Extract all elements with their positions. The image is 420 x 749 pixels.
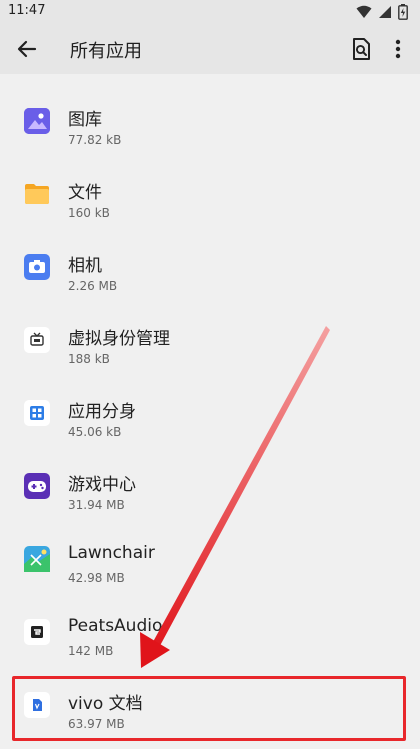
app-name: 文件 (68, 183, 102, 203)
app-name: Lawnchair (68, 543, 155, 563)
app-name: vivo 文档 (68, 694, 143, 714)
battery-icon (398, 4, 408, 20)
gamepad-icon (24, 473, 50, 499)
app-size: 2.26 MB (68, 279, 118, 293)
dual-app-icon (24, 400, 50, 426)
app-size: 77.82 kB (68, 133, 122, 147)
app-row-gallery[interactable]: 图库 77.82 kB (0, 92, 420, 165)
app-size: 42.98 MB (68, 571, 125, 585)
search-icon (353, 38, 370, 60)
wifi-icon (356, 5, 372, 18)
page-title: 所有应用 (70, 41, 142, 62)
app-size: 142 MB (68, 644, 114, 658)
app-row-dual-app[interactable]: 应用分身 45.06 kB (0, 384, 420, 457)
peats-audio-icon (24, 619, 50, 645)
back-button[interactable] (14, 36, 40, 62)
app-name: 应用分身 (68, 402, 136, 422)
app-name: 游戏中心 (68, 475, 136, 495)
app-row-peats-audio[interactable]: PeatsAudio 142 MB (0, 603, 420, 676)
app-row-game-center[interactable]: 游戏中心 31.94 MB (0, 457, 420, 530)
gallery-icon (24, 108, 50, 134)
app-size: 63.97 MB (68, 717, 125, 731)
app-row-vivo-doc[interactable]: vivo 文档 63.97 MB (0, 676, 420, 749)
app-row-lawnchair[interactable]: Lawnchair 42.98 MB (0, 530, 420, 603)
app-bar: 所有应用 (0, 24, 420, 74)
arrow-back-icon (17, 40, 37, 58)
more-vert-icon (395, 39, 401, 59)
app-size: 45.06 kB (68, 425, 122, 439)
signal-icon (379, 6, 391, 18)
app-name: 虚拟身份管理 (68, 329, 170, 349)
app-name: 相机 (68, 256, 102, 276)
app-size: 160 kB (68, 206, 110, 220)
vivo-doc-icon (24, 692, 50, 718)
search-button[interactable] (348, 36, 374, 62)
status-icons (356, 4, 408, 20)
app-row-virtual-identity[interactable]: 虚拟身份管理 188 kB (0, 311, 420, 384)
app-size: 188 kB (68, 352, 110, 366)
app-row-files[interactable]: 文件 160 kB (0, 165, 420, 238)
lawnchair-icon (24, 546, 50, 572)
status-bar: 11:47 (0, 0, 420, 24)
app-size: 31.94 MB (68, 498, 125, 512)
folder-icon (24, 181, 50, 207)
camera-icon (24, 254, 50, 280)
status-time: 11:47 (8, 3, 46, 18)
app-row-camera[interactable]: 相机 2.26 MB (0, 238, 420, 311)
more-options-button[interactable] (388, 36, 408, 62)
app-list: 图库 77.82 kB 文件 160 kB 相机 2.26 MB 虚拟身份管理 … (0, 92, 420, 749)
tv-icon (24, 327, 50, 353)
app-name: PeatsAudio (68, 616, 163, 636)
app-name: 图库 (68, 110, 102, 130)
